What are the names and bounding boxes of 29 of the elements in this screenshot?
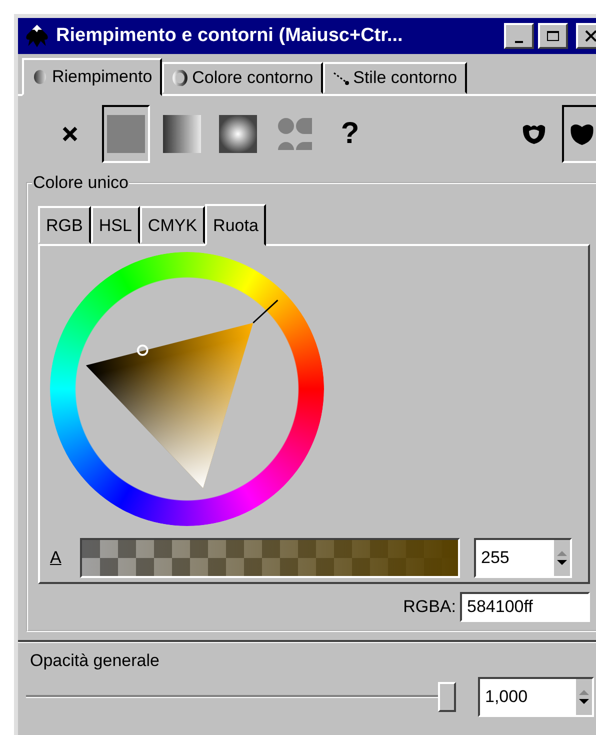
tab[interactable]: Stile contorno xyxy=(323,62,468,94)
dashed-line-icon xyxy=(333,70,350,86)
flat-square-icon xyxy=(106,114,146,154)
flat-color-button[interactable] xyxy=(102,105,150,163)
opacity-slider[interactable] xyxy=(26,680,456,714)
minimize-button[interactable] xyxy=(504,23,534,49)
alpha-spinbox[interactable]: 255 xyxy=(474,538,572,578)
linear-gradient-icon xyxy=(162,114,202,154)
tab[interactable]: Riempimento xyxy=(22,58,162,96)
maximize-button[interactable] xyxy=(538,23,568,49)
ring-icon xyxy=(172,70,188,86)
window-title: Riempimento e contorni (Maiusc+Ctr... xyxy=(56,25,404,47)
close-icon xyxy=(584,30,596,42)
tab[interactable]: CMYK xyxy=(140,206,206,244)
minimize-icon xyxy=(515,41,523,43)
opacity-label: Opacità generale xyxy=(30,651,160,671)
tab[interactable]: HSL xyxy=(90,206,140,244)
nonzero-button[interactable] xyxy=(562,105,596,163)
rgba-field[interactable]: 584100ff xyxy=(460,592,590,622)
slider-thumb[interactable] xyxy=(438,682,456,712)
opacity-spinbox[interactable]: 1,000 xyxy=(478,677,594,717)
radial-gradient-icon xyxy=(218,114,258,154)
rgba-label: RGBA: xyxy=(403,597,456,617)
tab[interactable]: Ruota xyxy=(205,204,266,246)
tab[interactable]: RGB xyxy=(38,206,91,244)
tab[interactable]: Colore contorno xyxy=(162,62,324,94)
maximize-icon xyxy=(546,30,560,42)
half-circle-icon xyxy=(32,69,48,85)
alpha-label: A xyxy=(50,548,62,568)
